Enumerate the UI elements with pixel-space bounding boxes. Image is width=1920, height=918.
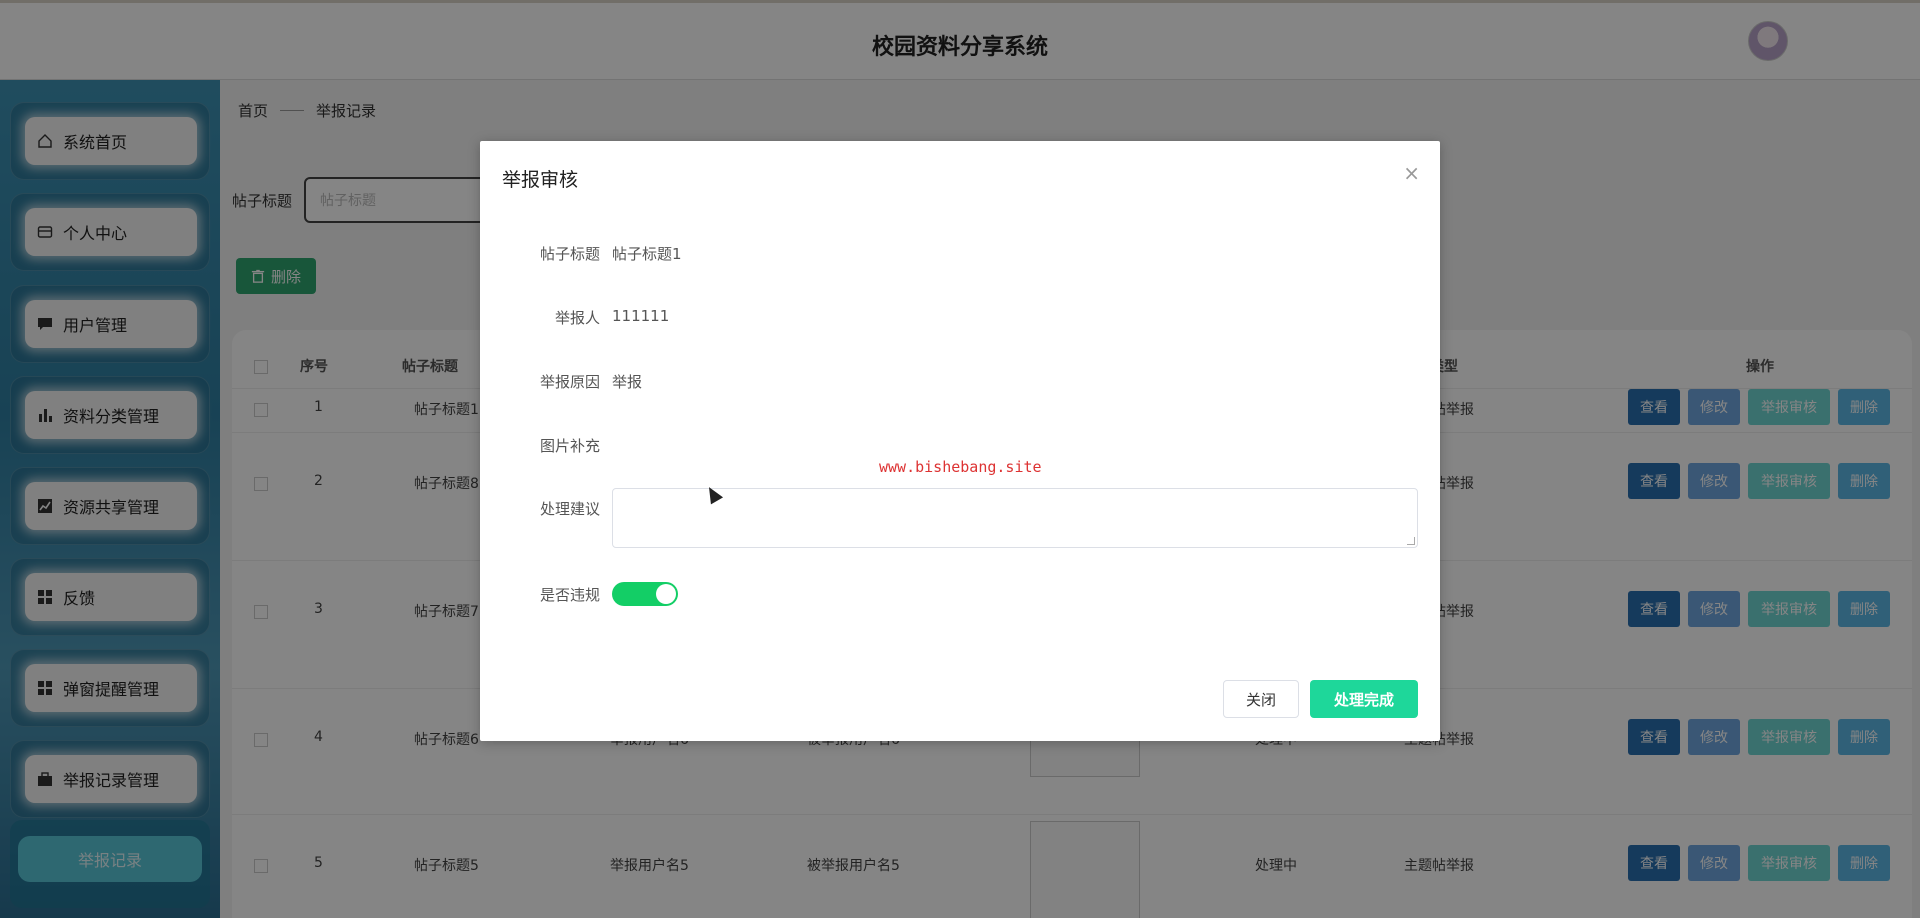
reporter-label: 举报人 xyxy=(554,309,600,327)
advice-textarea[interactable] xyxy=(612,488,1418,548)
violation-switch[interactable] xyxy=(612,582,678,606)
post-title-label: 帖子标题 xyxy=(539,245,600,263)
reason-value: 举报 xyxy=(612,373,643,391)
reporter-value: 111111 xyxy=(612,307,670,325)
close-button[interactable]: 关闭 xyxy=(1223,680,1299,718)
close-icon[interactable]: × xyxy=(1403,161,1420,185)
image-label: 图片补充 xyxy=(539,437,600,455)
reason-label: 举报原因 xyxy=(539,373,600,391)
post-title-value: 帖子标题1 xyxy=(612,245,682,263)
advice-label: 处理建议 xyxy=(539,500,600,518)
process-complete-button[interactable]: 处理完成 xyxy=(1310,680,1418,718)
watermark-text: www.bishebang.site xyxy=(879,458,1042,476)
dialog-title: 举报审核 xyxy=(502,169,579,191)
violation-label: 是否违规 xyxy=(539,586,600,604)
report-audit-dialog: 举报审核 × 帖子标题 帖子标题1 举报人 111111 举报原因 举报 图片补… xyxy=(480,141,1440,741)
resize-handle[interactable] xyxy=(1407,537,1415,545)
switch-knob xyxy=(656,584,676,604)
